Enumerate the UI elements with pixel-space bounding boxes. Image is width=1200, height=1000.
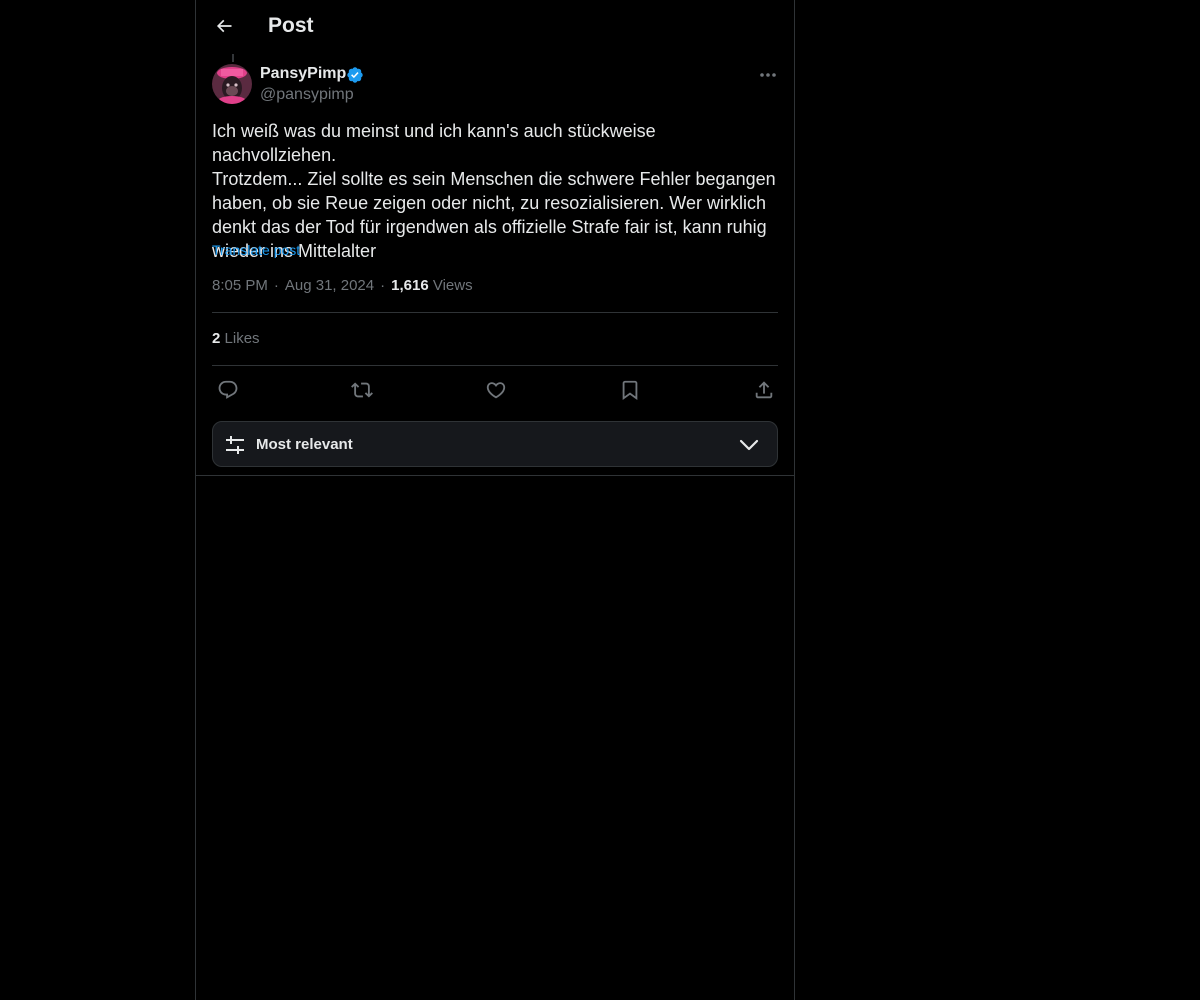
separator-dot: · (380, 277, 386, 294)
reply-button[interactable] (213, 375, 243, 405)
bookmark-icon (622, 380, 638, 401)
post-date[interactable]: Aug 31, 2024 (285, 277, 374, 294)
views-label: Views (432, 277, 473, 294)
divider (212, 365, 778, 366)
views-count: 1,616 (391, 277, 429, 294)
author-handle[interactable]: @pansypimp (260, 86, 354, 104)
likes-count: 2 (212, 330, 221, 347)
arrow-left-icon (216, 19, 232, 33)
likes-label: Likes (224, 330, 260, 347)
share-icon (755, 381, 773, 399)
likes-link[interactable]: 2 Likes (212, 330, 260, 347)
repost-button[interactable] (347, 375, 377, 405)
sort-label: Most relevant (256, 436, 353, 453)
sliders-icon (223, 433, 247, 457)
page-title: Post (268, 14, 314, 37)
bookmark-button[interactable] (615, 375, 645, 405)
author-name[interactable]: PansyPimp (260, 65, 346, 83)
primary-column: Post PansyPimp @pansypimp Ich weiß was d… (195, 0, 795, 1000)
divider (196, 475, 794, 476)
page-header: Post (196, 0, 794, 54)
thread-connector-line (232, 54, 234, 62)
separator-dot: · (273, 277, 279, 294)
avatar[interactable] (212, 64, 252, 104)
post-time[interactable]: 8:05 PM (212, 277, 268, 294)
like-button[interactable] (481, 375, 511, 405)
post-metadata: 8:05 PM · Aug 31, 2024 · 1,616 Views (212, 277, 473, 294)
share-button[interactable] (749, 375, 779, 405)
like-icon (486, 382, 506, 399)
reply-sort-dropdown[interactable]: Most relevant (212, 421, 778, 467)
verified-badge-icon (346, 66, 364, 84)
translate-post-link[interactable]: Translate post (212, 242, 300, 258)
more-options-button[interactable] (752, 62, 784, 88)
reply-icon (218, 380, 238, 399)
divider (212, 312, 778, 313)
repost-icon (351, 382, 373, 398)
back-button[interactable] (206, 8, 242, 44)
more-horizontal-icon (760, 73, 776, 77)
chevron-down-icon (737, 433, 761, 457)
